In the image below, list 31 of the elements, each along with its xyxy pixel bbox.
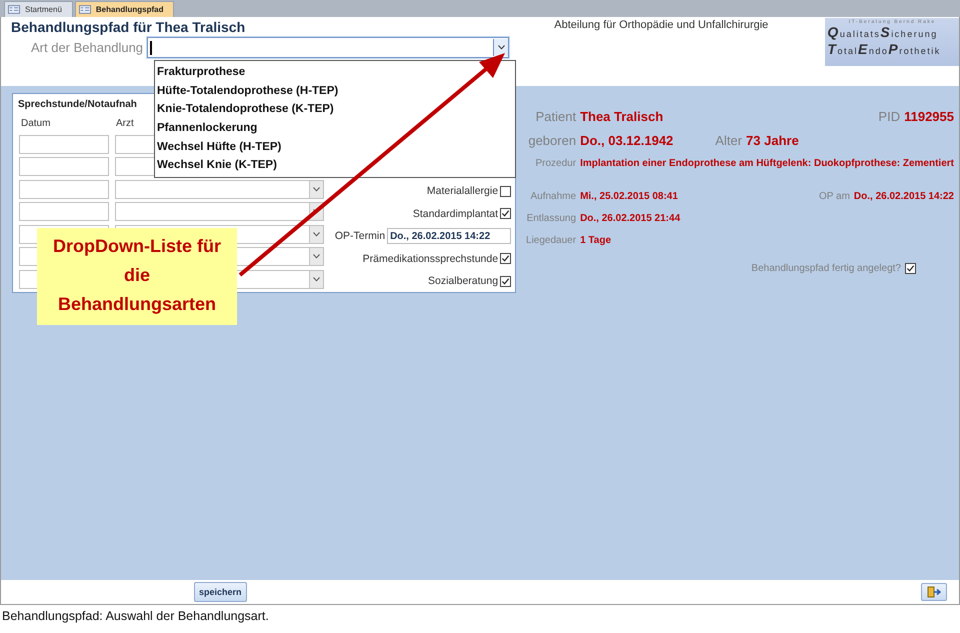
- caption-text: Behandlungspfad: Auswahl der Behandlungsart.: [1, 608, 270, 625]
- birth-date: Do., 03.12.1942: [580, 133, 674, 148]
- procedure-text: Implantation einer Endoprothese am Hüftgelenk: Duokopfprothese: Zementiert: [580, 157, 954, 171]
- checkbox-label: Standardimplantat: [412, 208, 498, 220]
- field-label: OP am: [818, 191, 850, 202]
- column-header: Datum: [20, 118, 52, 128]
- column-header: Arzt: [116, 118, 134, 128]
- patient-id: 1192955: [904, 109, 954, 124]
- field-label: geboren: [527, 133, 576, 148]
- field-label: Liegedauer: [525, 235, 576, 246]
- form-title: Behandlungspfad für Thea Tralisch: [11, 19, 246, 35]
- patient-name: Thea Tralisch: [580, 109, 664, 124]
- stay-duration: 1 Tage: [580, 235, 611, 246]
- field-label: Prozedur: [534, 158, 576, 169]
- checkbox-label: Materialallergie: [426, 185, 498, 198]
- admission-date: Mi., 25.02.2015 08:41: [580, 191, 678, 202]
- department-text: Abteilung für Orthopädie und Unfallchirurgie: [554, 18, 770, 33]
- callout-tooltip: DropDown-Liste für die Behandlungsarten: [37, 228, 237, 325]
- field-label: Aufnahme: [529, 191, 576, 202]
- field-label: Patient: [534, 109, 576, 124]
- checkbox-label: Behandlungspfad fertig angelegt?: [751, 262, 901, 274]
- checkbox-label: Sozialberatung: [428, 275, 498, 288]
- field-label: Art der Behandlung: [31, 40, 144, 55]
- discharge-date: Do., 26.02.2015 21:44: [580, 213, 680, 224]
- field-label: PID: [878, 109, 900, 124]
- op-date: Do., 26.02.2015 14:22: [854, 191, 954, 202]
- checkbox-label: Prämedikationssprechstunde: [362, 252, 498, 265]
- field-label: OP-Termin: [334, 230, 386, 242]
- age-value: 73 Jahre: [746, 133, 799, 148]
- field-label: Alter: [715, 133, 742, 148]
- field-label: Entlassung: [526, 213, 576, 224]
